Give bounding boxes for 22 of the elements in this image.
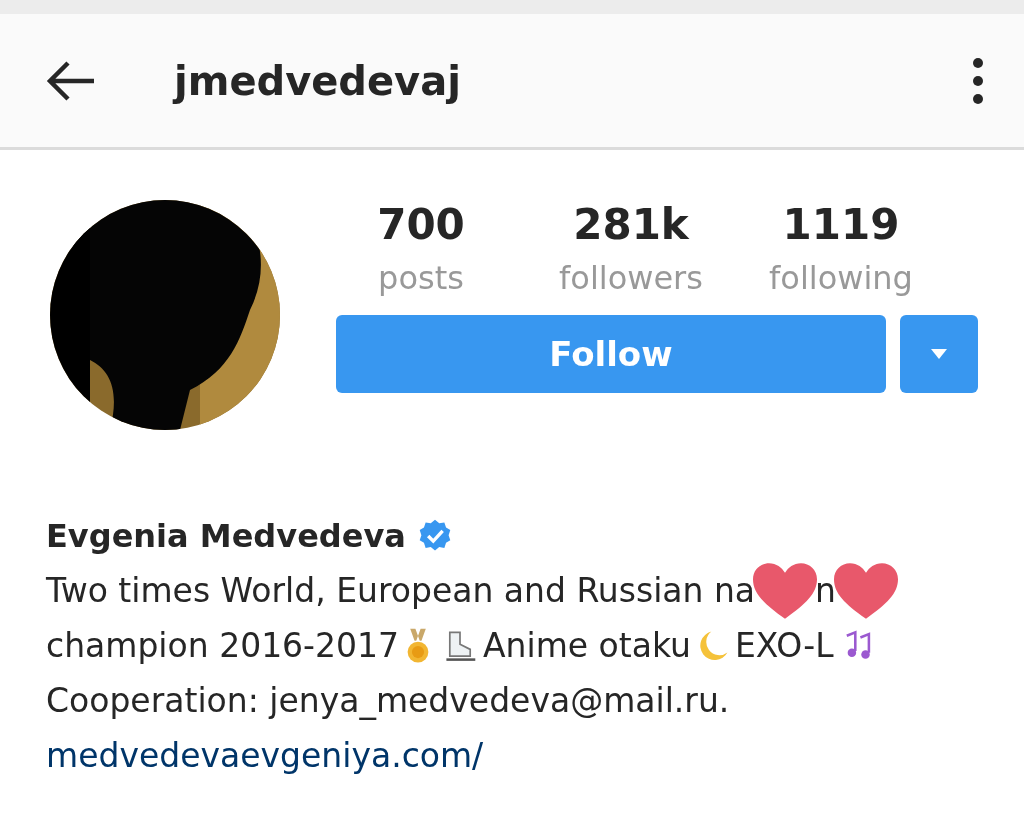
back-arrow-icon[interactable] bbox=[46, 60, 96, 101]
stat-count: 281k bbox=[573, 200, 689, 249]
heart-icon bbox=[753, 562, 818, 619]
caret-icon bbox=[931, 349, 947, 359]
bio-text: EXO-L bbox=[735, 626, 834, 665]
bio-text: champion 2016-2017 bbox=[46, 626, 399, 665]
stat-count: 700 bbox=[377, 200, 465, 249]
profile-name: Evgenia Medvedeva bbox=[46, 516, 406, 555]
username-title: jmedvedevaj bbox=[174, 57, 462, 104]
stat-label[interactable]: followers bbox=[559, 259, 703, 297]
stat-label[interactable]: following bbox=[769, 259, 913, 297]
stat-label[interactable]: posts bbox=[378, 259, 464, 297]
bio-text: Two times World, European and Russian na bbox=[46, 571, 756, 610]
medal-icon bbox=[405, 627, 431, 664]
bio-text: Anime otaku bbox=[483, 626, 691, 665]
heart-icon bbox=[834, 562, 898, 619]
bio-text: n bbox=[815, 571, 836, 610]
website-link[interactable]: medvedevaevgeniya.com/ bbox=[46, 736, 484, 775]
more-options-icon[interactable] bbox=[972, 56, 984, 105]
follow-button[interactable]: Follow bbox=[336, 315, 886, 393]
contact-text: Cooperation: jenya_medvedeva@mail.ru. bbox=[46, 681, 730, 720]
stat-count: 1119 bbox=[782, 200, 900, 249]
